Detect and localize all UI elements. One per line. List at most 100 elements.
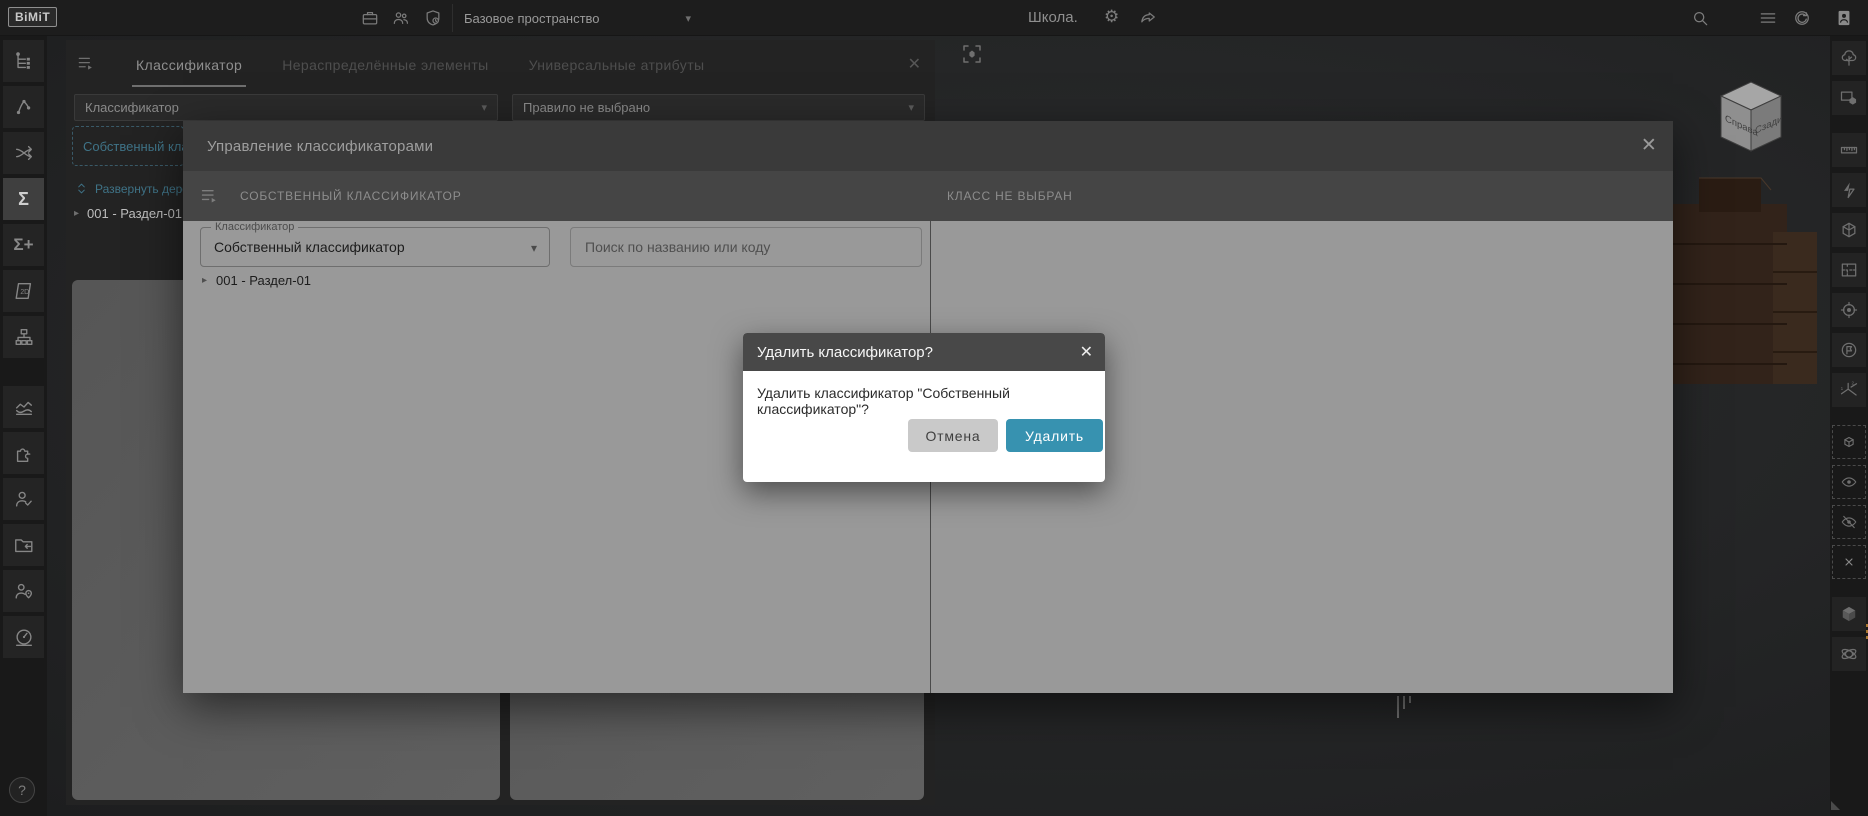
- tool-show[interactable]: [1832, 465, 1866, 499]
- confirm-title-bar: Удалить классификатор? ✕: [743, 333, 1105, 371]
- modal-classifier-select[interactable]: Классификатор Собственный классификатор …: [200, 227, 550, 267]
- isolate-cube-icon: [1840, 433, 1858, 451]
- tool-flash[interactable]: [1832, 173, 1866, 207]
- rule-select[interactable]: Правило не выбрано ▾: [512, 94, 925, 121]
- fit-view-icon[interactable]: [960, 42, 984, 71]
- tool-locate[interactable]: [1832, 293, 1866, 327]
- shield-status-icon[interactable]: [423, 8, 443, 28]
- tool-solid-view[interactable]: [1832, 597, 1866, 631]
- tool-clear-selection[interactable]: [1832, 545, 1866, 579]
- org-chart-icon: [13, 326, 35, 348]
- tree-node-001[interactable]: ▸ 001 - Раздел-01: [74, 206, 182, 221]
- sync-account-icon[interactable]: [1792, 8, 1812, 28]
- tool-ruler[interactable]: [1832, 133, 1866, 167]
- modal-close-icon[interactable]: ✕: [1641, 134, 1657, 157]
- tool-hide[interactable]: [1832, 505, 1866, 539]
- modal-tree-node-label: 001 - Раздел-01: [216, 273, 311, 288]
- delete-button[interactable]: Удалить: [1006, 419, 1103, 452]
- list-menu-icon[interactable]: [1758, 8, 1778, 28]
- collaboration-icon[interactable]: [391, 8, 411, 28]
- briefcase-icon[interactable]: [360, 8, 380, 28]
- axes-icon: 1 2: [1839, 380, 1859, 400]
- tree-expand-icon[interactable]: ▸: [74, 208, 79, 219]
- tree-expand-icon[interactable]: ▸: [202, 275, 207, 286]
- modal-search-input[interactable]: [571, 228, 921, 266]
- classifier-field-value: Собственный классификатор: [214, 239, 405, 255]
- modal-section-row: СОБСТВЕННЫЙ КЛАССИФИКАТОР КЛАСС НЕ ВЫБРА…: [183, 171, 1673, 221]
- tool-relations[interactable]: [3, 86, 44, 128]
- classifier-chip-label: Собственный классификатор: [83, 139, 184, 154]
- tab-unassigned-elements[interactable]: Нераспределённые элементы: [282, 57, 488, 73]
- tool-org-chart[interactable]: [3, 316, 44, 358]
- building-model[interactable]: [1655, 170, 1831, 420]
- cancel-button[interactable]: Отмена: [908, 419, 998, 452]
- modal-title: Управление классификаторами: [207, 138, 433, 155]
- tool-orbit[interactable]: [1832, 637, 1866, 671]
- menu-open-icon[interactable]: [199, 185, 220, 211]
- right-toolbar: 1 2: [1830, 36, 1868, 816]
- tool-totals-add[interactable]: Σ+: [3, 224, 44, 266]
- flag-icon: [1839, 340, 1859, 360]
- tool-line-chart[interactable]: [3, 386, 44, 428]
- x-box-icon: [1840, 553, 1858, 571]
- tool-structure-tree[interactable]: [3, 40, 44, 82]
- tool-floorplan[interactable]: [1832, 253, 1866, 287]
- classifier-select[interactable]: Классификатор ▾: [74, 94, 498, 121]
- solid-cube-icon: [1839, 604, 1859, 624]
- workspace-selector[interactable]: Базовое пространство ▾: [464, 0, 691, 36]
- help-button[interactable]: ?: [9, 777, 35, 803]
- user-badge-icon[interactable]: [1834, 8, 1854, 28]
- modal-tree-node-001[interactable]: ▸ 001 - Раздел-01: [202, 273, 311, 288]
- gauge-icon: [13, 626, 35, 648]
- brand-logo: BiMiT: [8, 7, 57, 27]
- chevron-down-icon: ▾: [481, 101, 487, 114]
- svg-text:2: 2: [1852, 381, 1855, 386]
- tool-vegetation[interactable]: [1832, 41, 1866, 75]
- tool-sheet-2d[interactable]: 2D: [3, 270, 44, 312]
- chevron-down-icon: ▾: [686, 12, 692, 25]
- confirm-close-icon[interactable]: ✕: [1080, 342, 1093, 362]
- orbit-icon: [1839, 644, 1859, 664]
- user-location-icon: [13, 580, 35, 602]
- left-toolbar: Σ Σ+ 2D: [0, 36, 47, 816]
- tool-section-cube[interactable]: [1832, 213, 1866, 247]
- classifier-chip[interactable]: Собственный классификатор: [72, 126, 184, 166]
- folder-export-icon: [13, 534, 35, 556]
- tool-gauge[interactable]: [3, 616, 44, 658]
- shuffle-icon: [13, 142, 35, 164]
- tool-totals[interactable]: Σ: [3, 178, 44, 220]
- tool-shuffle[interactable]: [3, 132, 44, 174]
- share-icon[interactable]: [1138, 8, 1158, 28]
- search-icon[interactable]: [1690, 8, 1710, 28]
- tool-selection-shape[interactable]: [1832, 81, 1866, 115]
- workspace-label: Базовое пространство: [464, 11, 600, 26]
- tool-isolate[interactable]: [1832, 425, 1866, 459]
- locate-icon: [1839, 300, 1859, 320]
- puzzle-icon: [13, 442, 35, 464]
- eye-icon: [1840, 473, 1858, 491]
- tab-universal-attributes[interactable]: Универсальные атрибуты: [529, 57, 705, 73]
- dimension-marks: [1397, 696, 1411, 718]
- tool-plugins[interactable]: [3, 432, 44, 474]
- confirm-title: Удалить классификатор?: [757, 344, 933, 361]
- tab-classifier[interactable]: Классификатор: [136, 57, 242, 73]
- class-not-selected-label: КЛАСС НЕ ВЫБРАН: [947, 189, 1073, 203]
- menu-open-icon[interactable]: [76, 53, 96, 78]
- navigation-cube[interactable]: Справа Сзади: [1710, 76, 1792, 158]
- classifier-field-label: Классификатор: [211, 221, 298, 233]
- tool-user-check[interactable]: [3, 478, 44, 520]
- line-chart-icon: [13, 396, 35, 418]
- tool-flag[interactable]: [1832, 333, 1866, 367]
- panel-close-icon[interactable]: ✕: [908, 54, 921, 74]
- gear-icon[interactable]: ⚙: [1104, 7, 1119, 27]
- tool-folder-export[interactable]: [3, 524, 44, 566]
- svg-text:2D: 2D: [20, 289, 29, 296]
- expand-collapse-icon: [74, 181, 89, 196]
- svg-text:1: 1: [1841, 386, 1844, 391]
- rule-select-label: Правило не выбрано: [523, 100, 650, 115]
- sigma-plus-icon: Σ+: [13, 235, 33, 255]
- section-cube-icon: [1839, 220, 1859, 240]
- toolbar-resize-handle[interactable]: [1831, 801, 1840, 810]
- tool-user-location[interactable]: [3, 570, 44, 612]
- tool-axes[interactable]: 1 2: [1832, 373, 1866, 407]
